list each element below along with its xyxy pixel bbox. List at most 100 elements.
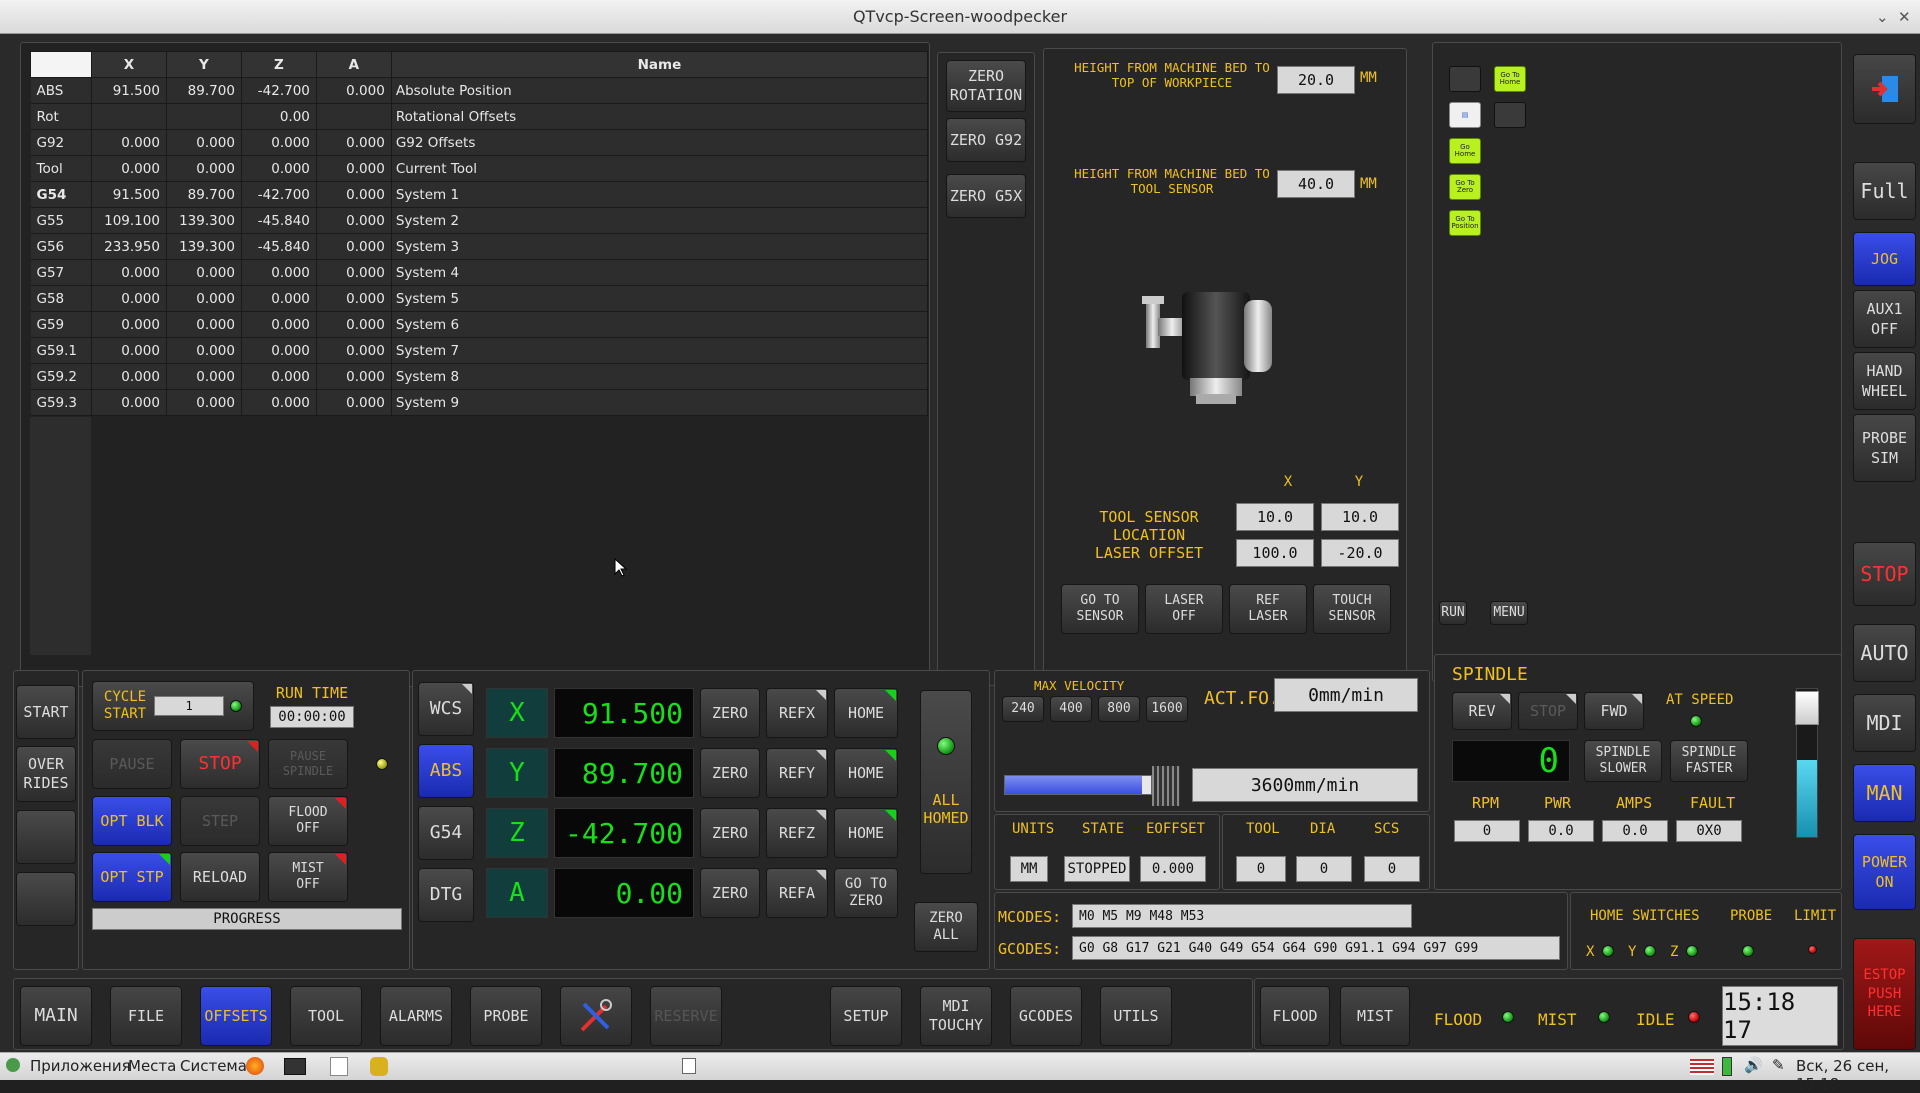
go-to-sensor-button[interactable]: GO TO SENSOR xyxy=(1061,584,1139,634)
handwheel-button[interactable]: HAND WHEEL xyxy=(1853,352,1916,410)
close-icon[interactable]: ✕ xyxy=(1898,0,1911,34)
offsets-cell-name[interactable]: System 9 xyxy=(391,389,929,416)
g54-button[interactable]: G54 xyxy=(418,806,474,860)
offsets-row[interactable]: Rot 0.00 Rotational Offsets xyxy=(30,103,929,130)
offsets-cell-z[interactable]: 0.00 xyxy=(241,103,317,130)
us-flag-icon[interactable] xyxy=(1690,1059,1714,1075)
offsets-cell-a[interactable]: 0.000 xyxy=(316,207,392,234)
start-button[interactable]: START xyxy=(16,685,76,739)
offsets-cell-x[interactable]: 91.500 xyxy=(91,77,167,104)
offsets-row[interactable]: G58 0.000 0.000 0.000 0.000 System 5 xyxy=(30,285,929,312)
tab-tool[interactable]: TOOL xyxy=(290,986,362,1046)
offsets-cell-a[interactable]: 0.000 xyxy=(316,129,392,156)
blank-macro-button-2[interactable] xyxy=(1494,102,1526,128)
offsets-cell-a[interactable] xyxy=(316,103,392,130)
text-editor-icon[interactable] xyxy=(330,1057,348,1076)
offsets-cell-a[interactable]: 0.000 xyxy=(316,285,392,312)
tab-alarms[interactable]: ALARMS xyxy=(380,986,452,1046)
offsets-cell-x[interactable]: 233.950 xyxy=(91,233,167,260)
offsets-cell-z[interactable]: -42.700 xyxy=(241,181,317,208)
offsets-cell-y[interactable]: 0.000 xyxy=(166,389,242,416)
offsets-row[interactable]: G57 0.000 0.000 0.000 0.000 System 4 xyxy=(30,259,929,286)
offsets-cell-name[interactable]: Current Tool xyxy=(391,155,929,182)
velocity-preset-400[interactable]: 400 xyxy=(1050,696,1092,722)
offsets-cell-label[interactable]: G55 xyxy=(30,207,92,234)
offsets-cell-y[interactable]: 0.000 xyxy=(166,285,242,312)
offsets-cell-a[interactable]: 0.000 xyxy=(316,233,392,260)
flood-button[interactable]: FLOOD xyxy=(1260,986,1330,1046)
offsets-cell-name[interactable]: System 3 xyxy=(391,233,929,260)
offsets-cell-z[interactable]: 0.000 xyxy=(241,389,317,416)
offsets-cell-name[interactable]: G92 Offsets xyxy=(391,129,929,156)
offsets-cell-z[interactable]: -45.840 xyxy=(241,233,317,260)
offsets-cell-y[interactable]: 139.300 xyxy=(166,233,242,260)
zero-g5x-button[interactable]: ZERO G5X xyxy=(946,174,1026,218)
offsets-cell-x[interactable]: 0.000 xyxy=(91,155,167,182)
refy-button[interactable]: REFY xyxy=(766,748,828,798)
offsets-row[interactable]: G55 109.100 139.300 -45.840 0.000 System 2 xyxy=(30,207,929,234)
offsets-cell-label[interactable]: G59.1 xyxy=(30,337,92,364)
offsets-cell-y[interactable]: 0.000 xyxy=(166,259,242,286)
offsets-cell-x[interactable]: 0.000 xyxy=(91,129,167,156)
laser-x-input[interactable]: 100.0 xyxy=(1236,539,1314,567)
offsets-header-x[interactable]: X xyxy=(90,51,167,78)
offsets-cell-a[interactable]: 0.000 xyxy=(316,363,392,390)
offsets-table[interactable]: X Y Z A Name ABS 91.500 89.700 -42.700 0.000 Abso… xyxy=(30,51,929,416)
opt-stp-button[interactable]: OPT STP xyxy=(92,852,172,902)
offsets-cell-y[interactable]: 89.700 xyxy=(166,181,242,208)
offsets-cell-z[interactable]: 0.000 xyxy=(241,337,317,364)
window-list-icon[interactable] xyxy=(682,1058,696,1074)
laser-y-input[interactable]: -20.0 xyxy=(1321,539,1399,567)
menu-button[interactable]: MENU xyxy=(1490,601,1528,625)
offsets-cell-label[interactable]: G57 xyxy=(30,259,92,286)
step-button[interactable]: STEP xyxy=(180,796,260,846)
tab-gcodes[interactable]: GCODES xyxy=(1010,986,1082,1046)
touch-sensor-button[interactable]: TOUCH SENSOR xyxy=(1313,584,1391,634)
go-home-button[interactable]: Go Home xyxy=(1449,138,1481,164)
go-to-home-button[interactable]: Go To Home xyxy=(1494,66,1526,92)
cycle-count-input[interactable]: 1 xyxy=(154,696,225,716)
terminal-icon[interactable] xyxy=(284,1058,306,1075)
home-x-button[interactable]: HOME xyxy=(834,688,898,738)
offsets-cell-a[interactable]: 0.000 xyxy=(316,337,392,364)
mist-button[interactable]: MIST xyxy=(1340,986,1410,1046)
offsets-cell-z[interactable]: 0.000 xyxy=(241,311,317,338)
offsets-cell-label[interactable]: G58 xyxy=(30,285,92,312)
blank-button-2[interactable] xyxy=(16,872,76,926)
height-sensor-input[interactable]: 40.0 xyxy=(1277,170,1355,198)
zero-g92-button[interactable]: ZERO G92 xyxy=(946,118,1026,162)
volume-icon[interactable]: 🔊 xyxy=(1744,1056,1763,1074)
offsets-cell-y[interactable]: 139.300 xyxy=(166,207,242,234)
network-icon[interactable]: ✎ xyxy=(1772,1056,1785,1074)
offsets-cell-a[interactable]: 0.000 xyxy=(316,311,392,338)
firefox-icon[interactable] xyxy=(246,1057,264,1075)
offsets-header-corner[interactable] xyxy=(30,51,92,78)
offsets-cell-x[interactable]: 0.000 xyxy=(91,259,167,286)
offsets-cell-a[interactable]: 0.000 xyxy=(316,389,392,416)
offsets-cell-label[interactable]: Tool xyxy=(30,155,92,182)
offsets-cell-a[interactable]: 0.000 xyxy=(316,77,392,104)
tab-tools-icon[interactable] xyxy=(560,986,632,1046)
mist-off-button[interactable]: MIST OFF xyxy=(268,852,348,902)
offsets-cell-z[interactable]: -45.840 xyxy=(241,207,317,234)
offsets-cell-a[interactable]: 0.000 xyxy=(316,259,392,286)
sensor-y-input[interactable]: 10.0 xyxy=(1321,503,1399,531)
refx-button[interactable]: REFX xyxy=(766,688,828,738)
home-z-button[interactable]: HOME xyxy=(834,808,898,858)
offsets-cell-name[interactable]: System 2 xyxy=(391,207,929,234)
aux1-off-button[interactable]: AUX1 OFF xyxy=(1853,290,1916,348)
offsets-cell-y[interactable]: 0.000 xyxy=(166,311,242,338)
offsets-cell-name[interactable]: System 5 xyxy=(391,285,929,312)
offsets-cell-z[interactable]: 0.000 xyxy=(241,155,317,182)
reload-button[interactable]: RELOAD xyxy=(180,852,260,902)
offsets-cell-label[interactable]: ABS xyxy=(30,77,92,104)
offsets-cell-y[interactable]: 0.000 xyxy=(166,129,242,156)
run-button[interactable]: RUN xyxy=(1439,601,1467,625)
auto-mode-button[interactable]: AUTO xyxy=(1853,624,1916,682)
height-workpiece-input[interactable]: 20.0 xyxy=(1277,66,1355,94)
abs-button[interactable]: ABS xyxy=(418,744,474,798)
laser-off-button[interactable]: LASER OFF xyxy=(1145,584,1223,634)
velocity-preset-1600[interactable]: 1600 xyxy=(1146,696,1188,722)
tab-utils[interactable]: UTILS xyxy=(1100,986,1172,1046)
zero-y-button[interactable]: ZERO xyxy=(700,748,760,798)
